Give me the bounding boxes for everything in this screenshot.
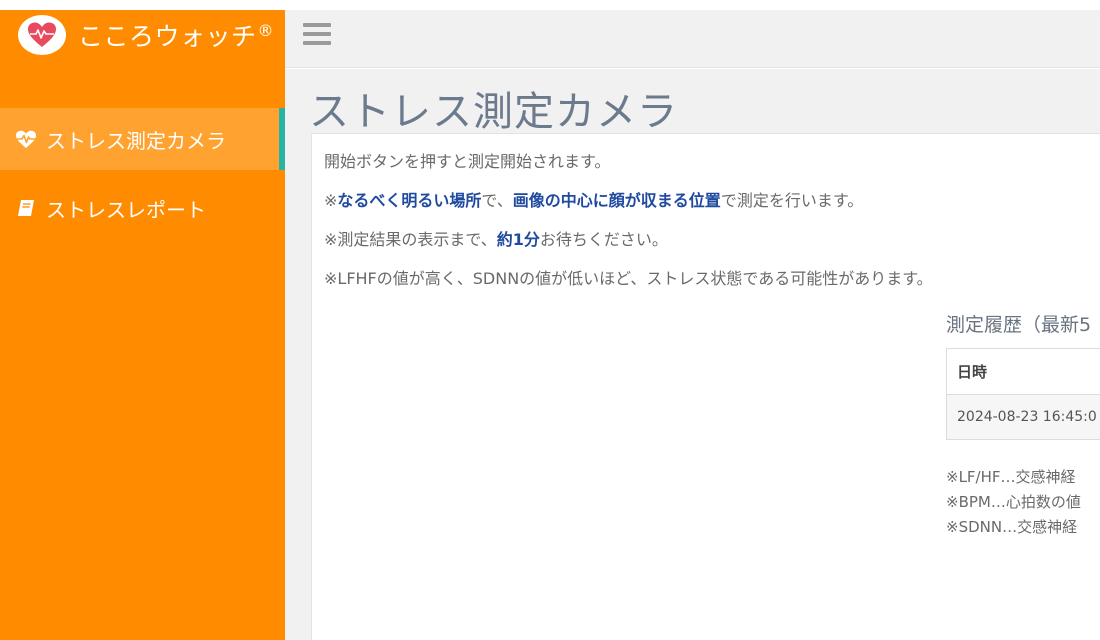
sidebar-item-label: ストレス測定カメラ — [46, 128, 226, 153]
note-lfhf: ※LF/HF…交感神経 — [946, 468, 1076, 486]
sidebar-item-stress-camera[interactable]: ストレス測定カメラ — [0, 108, 285, 170]
app-window: こころウォッチ® ストレス測定カメラ ストレスレポート ストレス測定カメラ 開始… — [0, 0, 1100, 640]
history-title: 測定履歴（最新5 — [946, 314, 1092, 336]
brand-name: こころウォッチ® — [78, 20, 275, 51]
sidebar-item-label: ストレスレポート — [46, 197, 206, 222]
sidebar-top-strip — [0, 0, 285, 10]
main-content: ストレス測定カメラ 開始ボタンを押すと測定開始されます。 ※なるべく明るい場所で… — [285, 69, 1100, 640]
hamburger-menu-icon[interactable] — [303, 23, 331, 47]
note-sdnn: ※SDNN…交感神経 — [946, 518, 1078, 536]
heart-pulse-icon — [18, 15, 66, 55]
page-title: ストレス測定カメラ — [309, 89, 678, 135]
topbar — [285, 10, 1100, 68]
heartbeat-icon — [14, 128, 38, 150]
table-header-datetime: 日時 — [947, 349, 1100, 395]
instruction-line-2: ※なるべく明るい場所で、画像の中心に顔が収まる位置で測定を行います。 — [324, 191, 864, 210]
sidebar: こころウォッチ® ストレス測定カメラ ストレスレポート — [0, 0, 285, 640]
instruction-line-1: 開始ボタンを押すと測定開始されます。 — [324, 152, 611, 171]
note-bpm: ※BPM…心拍数の値 — [946, 493, 1081, 511]
brand[interactable]: こころウォッチ® — [0, 10, 285, 60]
sidebar-item-stress-report[interactable]: ストレスレポート — [0, 177, 285, 239]
instruction-line-4: ※LFHFの値が高く、SDNNの値が低いほど、ストレス状態である可能性があります… — [324, 269, 933, 288]
book-icon — [14, 197, 38, 219]
history-table: 日時 2024-08-23 16:45:0 — [946, 348, 1100, 440]
instructions-panel: 開始ボタンを押すと測定開始されます。 ※なるべく明るい場所で、画像の中心に顔が収… — [311, 133, 1100, 640]
instruction-line-3: ※測定結果の表示まで、約1分お待ちください。 — [324, 230, 668, 249]
table-row: 2024-08-23 16:45:0 — [947, 395, 1100, 439]
